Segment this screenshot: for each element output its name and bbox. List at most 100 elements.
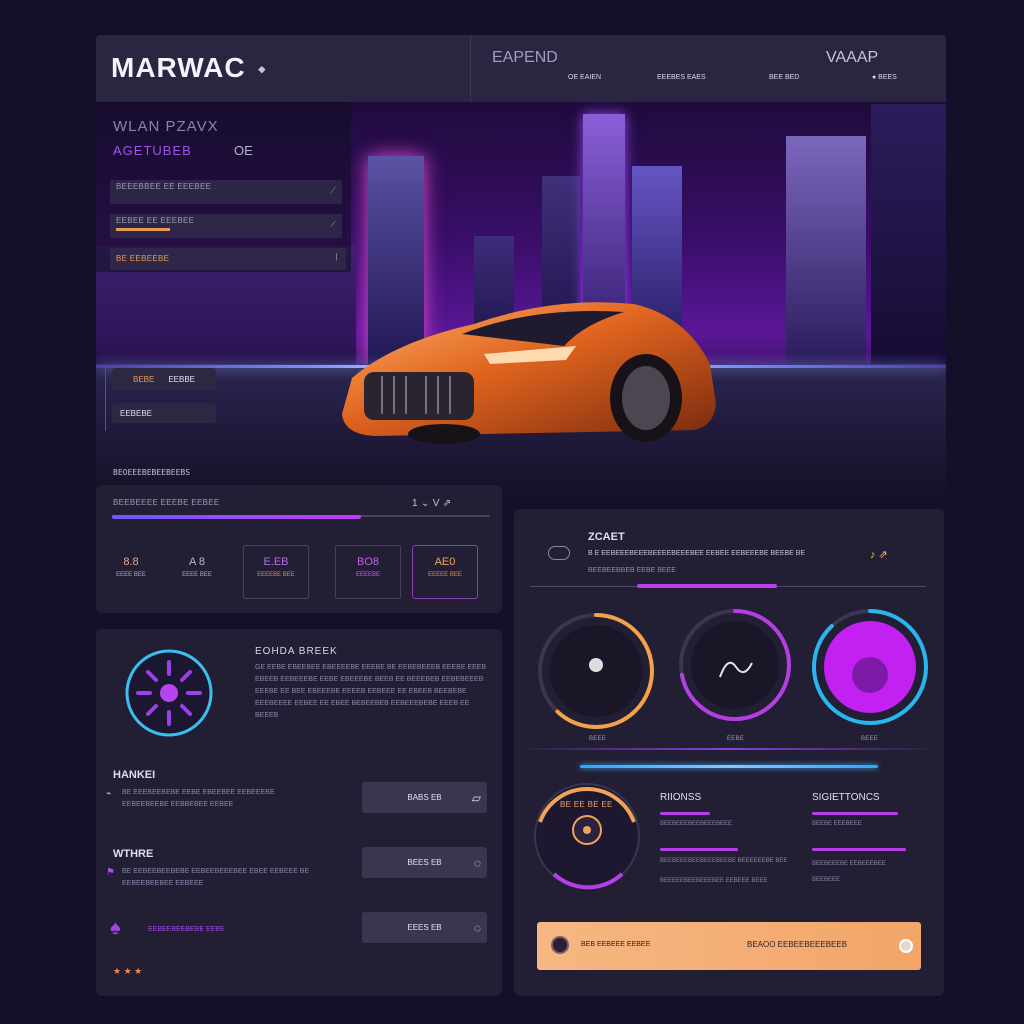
header-divider bbox=[470, 35, 471, 102]
skyscraper bbox=[786, 136, 866, 366]
row-text: BE EEEBEEBEBE EEBE EBEEBEE EEBEEEBE EEBE… bbox=[122, 789, 275, 808]
stat-label: EEEEBE BEE bbox=[257, 572, 295, 578]
cursor-icon: ⌁ bbox=[106, 788, 112, 798]
menu-item-label: BE EEBEEBE bbox=[116, 254, 170, 263]
pin-icon: ◌ bbox=[473, 920, 481, 935]
column-a-bar bbox=[660, 848, 738, 851]
progress-right-mark: 1 ⌄ V ⇗ bbox=[412, 498, 452, 509]
nav-item-3[interactable]: BEE BED bbox=[769, 74, 799, 81]
close-icon[interactable] bbox=[899, 939, 913, 953]
menu-item-label: EEBEE EE EEEBEE bbox=[116, 216, 195, 225]
nav-item-1[interactable]: OE EAIEN bbox=[568, 74, 601, 81]
row-button-label: BABS EB bbox=[407, 793, 442, 802]
row-button[interactable]: EEES EB ◌ bbox=[362, 912, 487, 943]
bolt-icon: ⚑ bbox=[106, 867, 115, 878]
cta-left-label: BEB EEBEEE EEBEE bbox=[581, 941, 651, 948]
progress-fill bbox=[112, 515, 361, 519]
car-illustration bbox=[334, 294, 718, 454]
avatar-icon bbox=[852, 657, 888, 693]
diamond-icon: ◆ bbox=[258, 64, 267, 75]
menu-item[interactable]: BEEEBBEE EE EEEBEE ⟋ bbox=[110, 180, 342, 204]
gauges-desc: B E EEBEEEBEEEBEEEEBEEEBEE EEBEE EEBEEEB… bbox=[588, 550, 806, 557]
menu-item-label: BEEEBBEE EE EEEBEE bbox=[116, 182, 212, 191]
chip-button[interactable]: BEBE EEBBE bbox=[112, 368, 216, 390]
row-title: WTHRE bbox=[113, 848, 154, 860]
stat-value: AE0 bbox=[434, 556, 456, 568]
row-button[interactable]: BABS EB ▱ bbox=[362, 782, 487, 813]
column-b-line: BEEBEEE bbox=[812, 877, 841, 883]
menu-item[interactable]: BE EEBEEBE | bbox=[110, 248, 346, 270]
dial-label: BEEE bbox=[589, 736, 607, 742]
nav-item-4[interactable]: ● BEES bbox=[872, 74, 897, 81]
dial-gauge[interactable] bbox=[812, 609, 928, 725]
leaf-icon: ♠ bbox=[110, 917, 121, 939]
section-b-label: VAAAP bbox=[826, 49, 879, 66]
compass-emblem bbox=[124, 648, 214, 738]
slider-fill[interactable] bbox=[637, 584, 777, 588]
section-a-label: EAPEND bbox=[492, 49, 558, 66]
glow-divider bbox=[580, 765, 878, 768]
speed-label: BE EE BE EE bbox=[560, 800, 613, 809]
brand-logo[interactable]: MARWAC ◆ bbox=[111, 52, 266, 84]
dial-label: BEEE bbox=[861, 736, 879, 742]
nav-item-2[interactable]: EEEBES EAES bbox=[657, 74, 706, 81]
dial-knob bbox=[589, 658, 603, 672]
row-button[interactable]: BEES EB ◌ bbox=[362, 847, 487, 878]
overlay-badge: OE bbox=[234, 143, 253, 158]
glow-divider bbox=[530, 748, 926, 750]
stat-card[interactable]: AE0 EEEEE BEE bbox=[412, 545, 478, 599]
column-b-line: BEEBE EEEBEEE bbox=[812, 821, 862, 827]
record-icon bbox=[551, 936, 569, 954]
column-b-title: SIGIETTONCS bbox=[812, 792, 880, 803]
overlay-title: WLAN PZAVX bbox=[113, 118, 219, 135]
stat-value: 8.8 bbox=[123, 556, 139, 568]
dial-label: EEBE bbox=[727, 736, 745, 742]
toggle-icon[interactable] bbox=[548, 546, 570, 560]
skyscraper bbox=[871, 104, 946, 366]
stat-label: EEEE BEE bbox=[116, 572, 146, 578]
pin-icon: ◌ bbox=[473, 855, 481, 870]
info-paragraph: GE EEBE EBEEBEE EBEEEEBE EEEBE BE EEBEBE… bbox=[255, 664, 487, 719]
stat-value: BO8 bbox=[356, 556, 379, 568]
column-b-bar bbox=[812, 848, 906, 851]
chip-label: EEBBE bbox=[168, 374, 196, 384]
stats-section-title: BEOEEEBEBEEBEEBS bbox=[113, 468, 191, 477]
stat-value: E.EB bbox=[263, 556, 289, 568]
chevron-icon: ⟋ bbox=[330, 220, 336, 229]
column-a-line: BEEBEEEBEEBEEEBEEE bbox=[660, 821, 733, 827]
gauges-subtitle: BEEBEEBBEB EEBE BEEE bbox=[588, 567, 676, 574]
column-a-line: BEEEEEBEEBEEEBEE EEBEEE BEEE bbox=[660, 878, 768, 884]
column-b-bar bbox=[812, 812, 898, 815]
stat-label: EEEEBE bbox=[355, 572, 380, 578]
column-b-line: BEEBEEEBE EEBEEEBEE bbox=[812, 861, 886, 867]
stat-card[interactable]: BO8 EEEEBE bbox=[335, 545, 401, 599]
orange-underline bbox=[116, 228, 170, 231]
cta-right-label: BEAOO EEBEEBEEEBEEB bbox=[747, 940, 848, 949]
dial-gauge[interactable] bbox=[679, 609, 791, 721]
row-title: HANKEI bbox=[113, 769, 156, 781]
row-text: BE EEBEEBEEBEBE EEBEEBEEEBEE EBEE EEBEEE… bbox=[122, 868, 310, 887]
stat-card[interactable]: E.EB EEEEBE BEE bbox=[243, 545, 309, 599]
overlay-subtitle: AGETUBEB bbox=[113, 143, 192, 158]
brand-name: MARWAC bbox=[111, 52, 246, 83]
chip-label: EEBEBE bbox=[120, 408, 153, 418]
speed-dial[interactable] bbox=[530, 782, 644, 890]
star-icon: ★ ★ ★ bbox=[113, 966, 143, 976]
info-title: EOHDA BREEK bbox=[255, 646, 338, 657]
row-button-label: BEES EB bbox=[407, 858, 442, 867]
stat-value: A 8 bbox=[189, 556, 205, 568]
progress-label: BEEBEEEE EEEBE EEBEE bbox=[113, 498, 220, 507]
menu-item[interactable]: EEBEE EE EEEBEE ⟋ bbox=[110, 214, 342, 238]
row-text: EEBEEBEEBEBE EEBE bbox=[148, 926, 225, 933]
row-button-label: EEES EB bbox=[407, 923, 442, 932]
chevron-icon: ⟋ bbox=[330, 186, 336, 195]
dials-svg bbox=[538, 609, 928, 729]
arrow-icon[interactable]: ♪ ⇗ bbox=[870, 548, 888, 561]
stat-card[interactable]: 8.8 EEEE BEE bbox=[98, 545, 164, 599]
dial-gauge[interactable] bbox=[538, 613, 654, 729]
cta-banner[interactable]: BEB EEBEEE EEBEE BEAOO EEBEEBEEEBEEB bbox=[537, 922, 921, 970]
gauges-title: ZCAET bbox=[588, 531, 625, 543]
chip-button[interactable]: EEBEBE bbox=[112, 403, 216, 423]
stat-card[interactable]: A 8 EEEE BEE bbox=[164, 545, 230, 599]
stat-label: EEEE BEE bbox=[182, 572, 212, 578]
